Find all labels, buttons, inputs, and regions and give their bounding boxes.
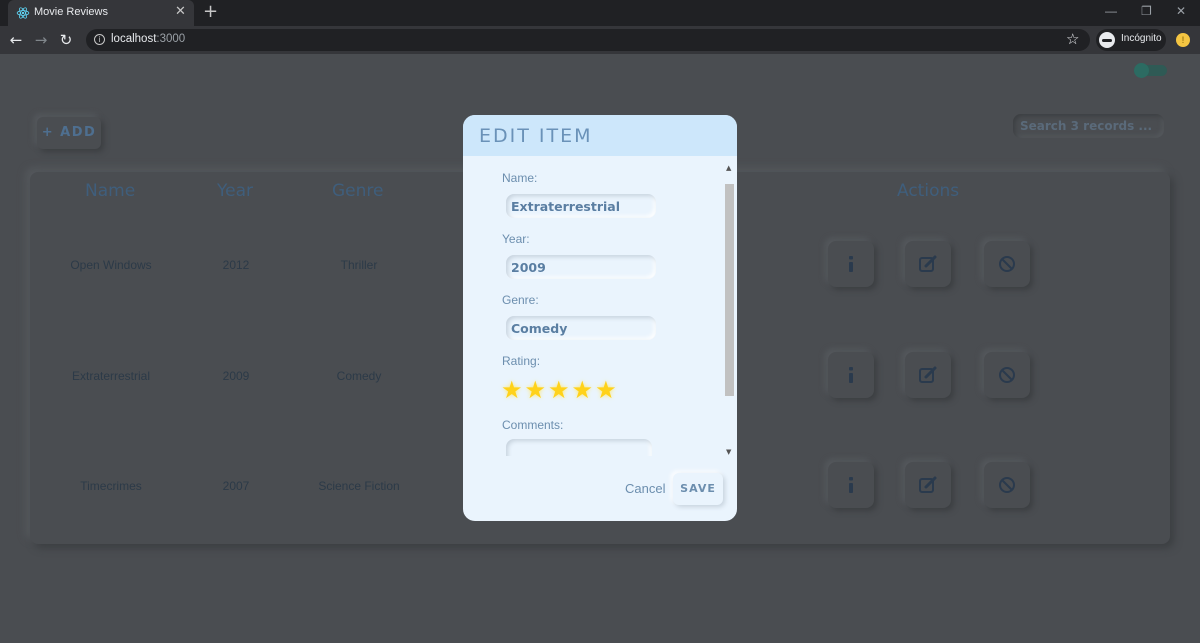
cell-name: Timecrimes — [80, 479, 142, 493]
toggle-knob — [1134, 63, 1149, 78]
info-circle-icon — [849, 367, 853, 383]
theme-toggle[interactable] — [1134, 63, 1167, 78]
dialog-header: EDIT ITEM — [463, 115, 737, 156]
rating-label: Rating: — [502, 354, 541, 368]
cell-genre: Comedy — [336, 369, 382, 383]
back-icon[interactable]: ← — [7, 31, 25, 49]
info-button[interactable] — [828, 352, 874, 398]
info-button[interactable] — [828, 241, 874, 287]
comments-label: Comments: — [502, 418, 564, 432]
name-field[interactable] — [506, 194, 656, 218]
ban-icon — [999, 256, 1015, 272]
minimize-icon[interactable]: — — [1105, 4, 1117, 18]
forward-icon[interactable]: → — [32, 31, 50, 49]
delete-button[interactable] — [984, 462, 1030, 508]
search-input[interactable] — [1013, 114, 1164, 138]
cell-name: Open Windows — [70, 258, 152, 272]
genre-label: Genre: — [502, 293, 539, 307]
star-icon[interactable]: ★ — [548, 376, 570, 404]
edit-icon — [919, 255, 937, 272]
star-icon[interactable]: ☆ — [1066, 30, 1079, 48]
edit-item-dialog: EDIT ITEM Name: Year: Genre: Rating: ★★★… — [463, 115, 737, 521]
cell-year: 2007 — [222, 479, 250, 493]
browser-tab[interactable]: Movie Reviews ✕ — [8, 0, 194, 26]
tab-title: Movie Reviews — [34, 6, 108, 18]
scroll-up-icon[interactable]: ▲ — [726, 164, 731, 172]
browser-toolbar: ← → ↻ i localhost:3000 ☆ Incógnito ! — [0, 26, 1200, 54]
info-circle-icon — [849, 256, 853, 272]
profile-icon[interactable]: ! — [1176, 33, 1190, 47]
cell-genre: Thriller — [340, 258, 378, 272]
header-genre[interactable]: Genre — [332, 181, 383, 201]
rating-stars: ★★★★★ — [501, 376, 619, 404]
scroll-down-icon[interactable]: ▼ — [726, 448, 731, 456]
restore-icon[interactable]: ❐ — [1141, 4, 1152, 18]
add-button[interactable]: + ADD — [37, 117, 101, 149]
info-button[interactable] — [828, 462, 874, 508]
star-icon[interactable]: ★ — [595, 376, 617, 404]
header-year[interactable]: Year — [217, 181, 253, 201]
star-icon[interactable]: ★ — [501, 376, 523, 404]
dialog-title: EDIT ITEM — [479, 125, 593, 147]
cell-name: Extraterrestrial — [71, 369, 151, 383]
incognito-badge[interactable]: Incógnito — [1096, 29, 1166, 51]
header-name[interactable]: Name — [85, 181, 135, 201]
name-label: Name: — [502, 171, 538, 185]
edit-icon — [919, 476, 937, 493]
info-circle-icon — [849, 477, 853, 493]
incognito-label: Incógnito — [1121, 33, 1162, 44]
cancel-button[interactable]: Cancel — [625, 481, 665, 496]
close-icon[interactable]: ✕ — [175, 4, 186, 20]
comments-field[interactable] — [506, 439, 652, 456]
window-close-icon[interactable]: ✕ — [1176, 4, 1186, 18]
year-label: Year: — [502, 232, 530, 246]
edit-button[interactable] — [905, 241, 951, 287]
cell-genre: Science Fiction — [318, 479, 400, 493]
incognito-icon — [1099, 32, 1115, 48]
browser-tab-strip: Movie Reviews ✕ + — ❐ ✕ — [0, 0, 1200, 26]
save-button[interactable]: SAVE — [673, 473, 723, 505]
dialog-body: Name: Year: Genre: Rating: ★★★★★ Comment… — [463, 156, 737, 456]
info-icon[interactable]: i — [94, 34, 105, 45]
dialog-scrollbar[interactable]: ▲ ▼ — [724, 164, 736, 456]
edit-button[interactable] — [905, 352, 951, 398]
plus-icon[interactable]: + — [203, 2, 218, 22]
address-bar[interactable]: i localhost:3000 ☆ — [86, 29, 1090, 51]
cell-year: 2009 — [222, 369, 250, 383]
scroll-thumb[interactable] — [725, 184, 734, 396]
delete-button[interactable] — [984, 352, 1030, 398]
delete-button[interactable] — [984, 241, 1030, 287]
ban-icon — [999, 367, 1015, 383]
star-icon[interactable]: ★ — [525, 376, 547, 404]
url-text: localhost:3000 — [111, 33, 186, 45]
year-field[interactable] — [506, 255, 656, 279]
reload-icon[interactable]: ↻ — [57, 31, 75, 49]
ban-icon — [999, 477, 1015, 493]
react-icon — [16, 7, 30, 19]
genre-field[interactable] — [506, 316, 656, 340]
edit-button[interactable] — [905, 462, 951, 508]
edit-icon — [919, 366, 937, 383]
header-actions: Actions — [897, 181, 960, 201]
star-icon[interactable]: ★ — [572, 376, 594, 404]
cell-year: 2012 — [222, 258, 250, 272]
